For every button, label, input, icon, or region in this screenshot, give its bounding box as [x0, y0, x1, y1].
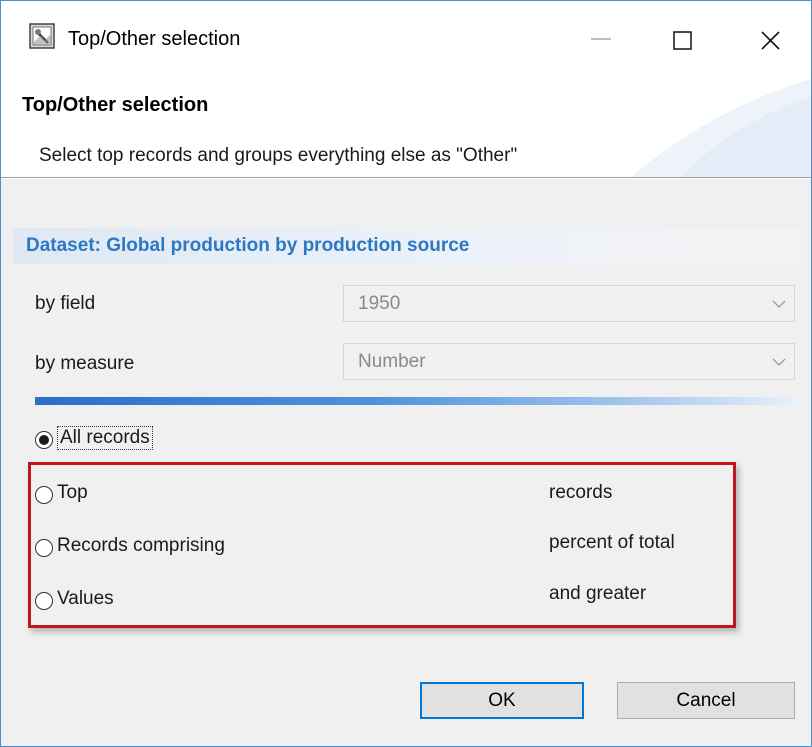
radio-button[interactable]	[35, 539, 53, 557]
top-suffix: records	[549, 482, 613, 503]
chevron-down-icon	[772, 358, 786, 366]
radio-top-label: Top	[57, 482, 88, 503]
minimize-button[interactable]	[571, 15, 631, 63]
records-comprising-suffix: percent of total	[549, 532, 675, 553]
close-icon	[761, 31, 780, 50]
maximize-button[interactable]	[653, 15, 713, 63]
dialog-window: Top/Other selection Top/Other selection …	[0, 0, 812, 747]
chevron-down-icon	[772, 300, 786, 308]
app-wizard-icon	[29, 23, 55, 49]
by-field-label: by field	[35, 293, 96, 314]
radio-button[interactable]	[35, 592, 53, 610]
dataset-header: Dataset: Global production by production…	[13, 228, 799, 264]
by-measure-label: by measure	[35, 353, 135, 374]
dataset-label: Dataset: Global production by production…	[26, 235, 470, 256]
values-suffix: and greater	[549, 583, 647, 604]
radio-all-records-label: All records	[57, 426, 153, 450]
close-button[interactable]	[741, 15, 801, 63]
banner-title: Top/Other selection	[22, 94, 209, 116]
cancel-button[interactable]: Cancel	[617, 682, 795, 719]
by-measure-select[interactable]: Number	[343, 343, 795, 380]
ok-button[interactable]: OK	[420, 682, 584, 719]
window-title: Top/Other selection	[68, 28, 241, 50]
by-field-select[interactable]: 1950	[343, 285, 795, 322]
section-separator	[35, 397, 797, 405]
by-field-value: 1950	[358, 293, 401, 314]
radio-records-comprising-label: Records comprising	[57, 535, 225, 556]
radio-button-checked[interactable]	[35, 431, 53, 449]
banner-description: Select top records and groups everything…	[39, 145, 518, 166]
radio-values-label: Values	[57, 588, 114, 609]
radio-button[interactable]	[35, 486, 53, 504]
maximize-icon	[673, 31, 692, 50]
title-bar: Top/Other selection	[1, 1, 811, 79]
divider	[1, 178, 811, 179]
wizard-banner: Top/Other selection Select top records a…	[1, 79, 811, 177]
by-measure-value: Number	[358, 351, 426, 372]
banner-decoration	[631, 79, 811, 177]
minimize-icon	[591, 38, 611, 40]
